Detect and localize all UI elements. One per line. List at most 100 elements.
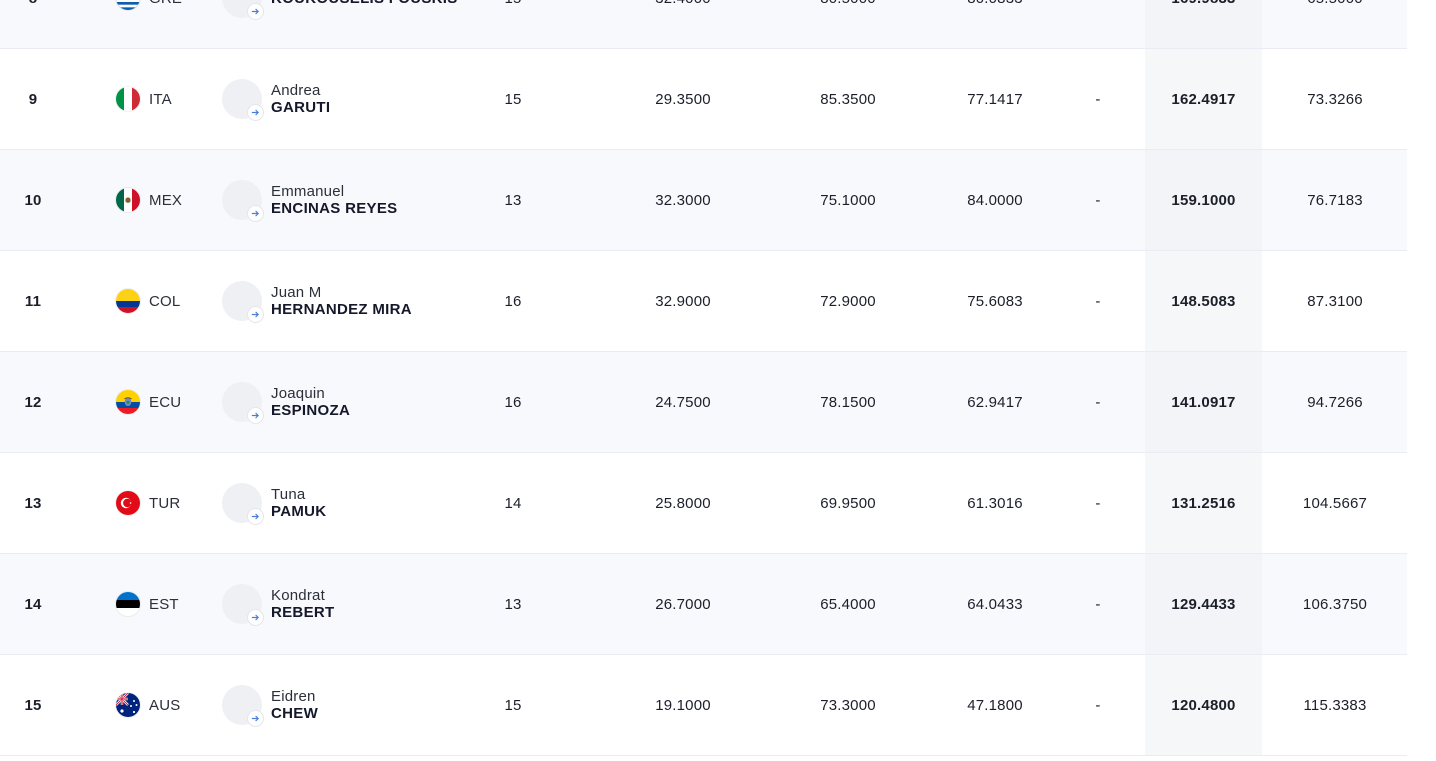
arrow-right-icon[interactable] [248,610,263,625]
athlete-last-name: KOUKOUSELIS FOUSKIS [271,0,458,7]
athlete-first-name: Emmanuel [271,183,345,200]
noc-code: COL [149,292,181,310]
gap-cell: 94.7266 [1307,393,1363,411]
athlete-name[interactable]: Juan M HERNANDEZ MIRA [271,284,412,318]
table-row[interactable]: 10 MEX Emmanuel ENCINAS REYES 13 32.3000… [0,150,1407,251]
athlete-avatar[interactable] [222,79,263,120]
table-row[interactable]: 9 ITA Andrea GARUTI 15 29.3500 85.3500 7… [0,49,1407,150]
athlete-cell[interactable]: Tuna PAMUK [222,453,492,553]
athlete-cell[interactable]: Eidren CHEW [222,655,492,755]
athlete-avatar[interactable] [222,0,263,19]
presentation-score-cell: 75.6083 [967,292,1023,310]
difficulty-score-cell: 32.3000 [655,191,711,209]
athlete-avatar[interactable] [222,281,263,322]
athlete-last-name: PAMUK [271,503,327,520]
gap-cell: 104.5667 [1302,494,1368,512]
penalty-cell: - [1095,90,1101,108]
gap-cell: 106.3750 [1302,595,1368,613]
athlete-avatar[interactable] [222,483,263,524]
flag-aus-icon [116,693,140,717]
penalty-cell: - [1095,696,1101,714]
gap-cell: 87.3100 [1307,292,1363,310]
nation-cell: TUR [116,453,216,553]
total-score-cell: 129.4433 [1145,554,1262,654]
presentation-score-cell: 77.1417 [967,90,1023,108]
difficulty-score-cell: 19.1000 [655,696,711,714]
athlete-cell[interactable]: Kondrat REBERT [222,554,492,654]
athlete-name[interactable]: Tuna PAMUK [271,486,326,520]
nation-cell: MEX [116,150,216,250]
athlete-avatar[interactable] [222,382,263,423]
table-row[interactable]: 8 GRE KOUKOUSELIS FOUSKIS 15 32.4000 80.… [0,0,1407,49]
arrow-right-icon[interactable] [248,509,263,524]
presentation-score-cell: 61.3016 [967,494,1023,512]
nation-cell: EST [116,554,216,654]
penalty-cell: - [1095,393,1101,411]
difficulty-score-cell: 32.4000 [620,0,746,48]
rank-cell: 14 [24,595,42,613]
flag-ita-icon [116,87,140,111]
athlete-name[interactable]: Eidren CHEW [271,688,318,722]
execution-score-cell: 65.4000 [820,595,876,613]
execution-score-cell: 73.3000 [820,696,876,714]
penalty-cell: - [1095,595,1101,613]
nation-cell: AUS [116,655,216,755]
flag-tur-icon [116,491,140,515]
rank-cell: 13 [24,494,42,512]
arrow-right-icon[interactable] [248,206,263,221]
table-row[interactable]: 13 TUR Tuna PAMUK 14 25.8000 69.9500 61.… [0,453,1407,554]
noc-code: GRE [149,0,182,7]
athlete-last-name: GARUTI [271,99,331,116]
arrow-right-icon[interactable] [248,307,263,322]
table-row[interactable]: 14 EST Kondrat REBERT 13 26.7000 65.4000… [0,554,1407,655]
results-table: 8 GRE KOUKOUSELIS FOUSKIS 15 32.4000 80.… [0,0,1407,756]
table-row[interactable]: 15 AUS Eidren CHEW 15 19.1000 73.3000 47… [0,655,1407,756]
rank-cell: 11 [24,292,42,310]
athlete-cell[interactable]: Andrea GARUTI [222,49,492,149]
gap-cell: 76.7183 [1307,191,1363,209]
athlete-cell[interactable]: Joaquin ESPINOZA [222,352,492,452]
penalty-cell: - [1070,0,1126,48]
athlete-first-name: Eidren [271,688,316,705]
arrow-right-icon[interactable] [248,408,263,423]
rank-cell: 15 [24,696,42,714]
athlete-avatar[interactable] [222,584,263,625]
arrow-right-icon[interactable] [248,105,263,120]
athlete-name[interactable]: Andrea GARUTI [271,82,330,116]
total-score-cell: 120.4800 [1145,655,1262,755]
athlete-name[interactable]: Kondrat REBERT [271,587,334,621]
athlete-cell[interactable]: Juan M HERNANDEZ MIRA [222,251,492,351]
rank-cell: 10 [24,191,42,209]
athlete-last-name: HERNANDEZ MIRA [271,301,412,318]
noc-code: ITA [149,90,172,108]
athlete-cell[interactable]: KOUKOUSELIS FOUSKIS [222,0,492,48]
athlete-avatar[interactable] [222,180,263,221]
table-row[interactable]: 12 ECU Joaquin ESPINOZA 16 24.7500 78.15… [0,352,1407,453]
execution-score-cell: 85.3500 [820,90,876,108]
athlete-name[interactable]: Emmanuel ENCINAS REYES [271,183,397,217]
athlete-avatar[interactable] [222,685,263,726]
athlete-last-name: ENCINAS REYES [271,200,398,217]
noc-code: AUS [149,696,181,714]
athlete-cell[interactable]: Emmanuel ENCINAS REYES [222,150,492,250]
athlete-name[interactable]: Joaquin ESPINOZA [271,385,350,419]
presentation-score-cell: 80.0833 [932,0,1058,48]
execution-score-cell: 69.9500 [820,494,876,512]
noc-code: MEX [149,191,183,209]
presentation-score-cell: 62.9417 [967,393,1023,411]
gap-cell: 65.5000 [1270,0,1400,48]
table-row[interactable]: 11 COL Juan M HERNANDEZ MIRA 16 32.9000 … [0,251,1407,352]
athlete-first-name: Juan M [271,284,322,301]
arrow-right-icon[interactable] [248,4,263,19]
rank-cell: 12 [24,393,42,411]
difficulty-score-cell: 32.9000 [655,292,711,310]
difficulty-score-cell: 26.7000 [655,595,711,613]
age-cell: 15 [504,90,522,108]
flag-est-icon [116,592,140,616]
age-cell: 13 [504,595,522,613]
presentation-score-cell: 84.0000 [967,191,1023,209]
execution-score-cell: 78.1500 [820,393,876,411]
athlete-name[interactable]: KOUKOUSELIS FOUSKIS [271,0,458,7]
arrow-right-icon[interactable] [248,711,263,726]
flag-gre-icon [116,0,140,10]
